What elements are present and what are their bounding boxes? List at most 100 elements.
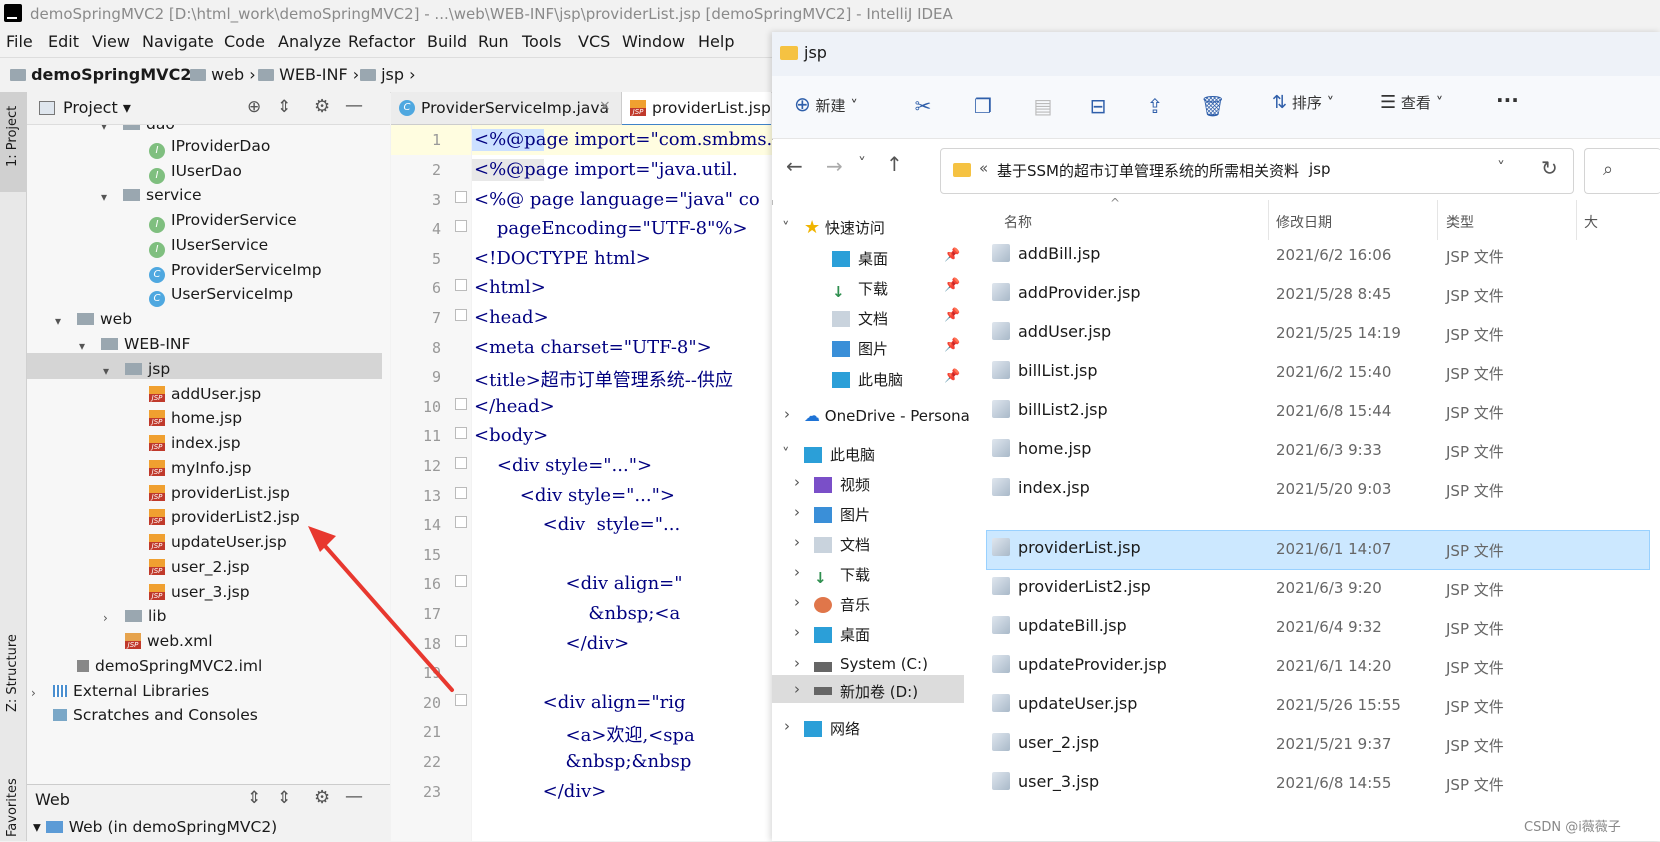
menu-tools[interactable]: Tools xyxy=(522,32,561,51)
close-tab-icon[interactable]: × xyxy=(599,98,611,114)
file-row[interactable]: billList2.jsp 2021/6/8 15:44 JSP 文件 xyxy=(980,392,1660,430)
nav-this-pc[interactable]: 此电脑 xyxy=(804,444,875,465)
menu-navigate[interactable]: Navigate xyxy=(142,32,214,51)
view-button[interactable]: ☰ 查看 ˅ xyxy=(1380,92,1443,113)
tree-item-providerserviceimp[interactable]: C ProviderServiceImp xyxy=(149,261,322,285)
column-divider[interactable] xyxy=(1576,200,1577,240)
fold-marker-icon[interactable] xyxy=(455,309,467,321)
menu-edit[interactable]: Edit xyxy=(48,32,79,51)
breadcrumb-web-inf[interactable]: WEB-INF › xyxy=(258,65,359,84)
column-header-date[interactable]: 修改日期 xyxy=(1276,212,1332,232)
fold-marker-icon[interactable] xyxy=(455,279,467,291)
tree-item-user3-jsp[interactable]: user_3.jsp xyxy=(149,583,250,607)
file-row-selected[interactable]: providerList.jsp 2021/6/1 14:07 JSP 文件 xyxy=(980,530,1660,568)
rename-icon[interactable]: ⊟ xyxy=(1087,94,1109,118)
structure-tool-tab[interactable]: Z: Structure xyxy=(5,634,20,712)
tree-item-lib[interactable]: › lib xyxy=(103,607,166,631)
tree-item-userserviceimp[interactable]: C UserServiceImp xyxy=(149,285,293,309)
gear-icon[interactable]: ⚙ xyxy=(314,787,330,808)
fold-marker-icon[interactable] xyxy=(455,457,467,469)
fold-marker-icon[interactable] xyxy=(455,191,467,203)
tree-item-service[interactable]: ▾ service xyxy=(101,186,202,210)
chevron-right-icon[interactable]: › xyxy=(794,473,800,491)
nav-desktop[interactable]: 桌面 xyxy=(832,248,888,269)
file-row[interactable]: providerList2.jsp 2021/6/3 9:20 JSP 文件 xyxy=(980,569,1660,607)
file-row[interactable]: home.jsp 2021/6/3 9:33 JSP 文件 xyxy=(980,431,1660,469)
nav-drive-d[interactable]: 新加卷 (D:) xyxy=(814,681,918,702)
menu-file[interactable]: File xyxy=(6,32,33,51)
column-header-name[interactable]: 名称 xyxy=(1004,212,1032,232)
nav-music[interactable]: 音乐 xyxy=(814,594,870,615)
pin-icon[interactable]: 📌 xyxy=(944,308,960,323)
nav-network[interactable]: 网络 xyxy=(804,718,860,739)
forward-arrow-icon[interactable]: → xyxy=(826,154,843,178)
tree-item-external-libraries[interactable]: › External Libraries xyxy=(31,682,209,706)
file-row[interactable]: index.jsp 2021/5/20 9:03 JSP 文件 xyxy=(980,470,1660,508)
file-row[interactable]: addBill.jsp 2021/6/2 16:06 JSP 文件 xyxy=(980,236,1660,274)
breadcrumb-web[interactable]: web › xyxy=(190,65,256,84)
file-row[interactable]: updateBill.jsp 2021/6/4 9:32 JSP 文件 xyxy=(980,608,1660,646)
fold-marker-icon[interactable] xyxy=(455,487,467,499)
tree-item-iuserservice[interactable]: I IUserService xyxy=(149,236,268,260)
tree-item-iuserdao[interactable]: I IUserDao xyxy=(149,162,242,186)
tree-item-index-jsp[interactable]: index.jsp xyxy=(149,434,241,458)
nav-onedrive[interactable]: ☁ OneDrive - Persona xyxy=(804,406,970,425)
file-row[interactable]: updateUser.jsp 2021/5/26 15:55 JSP 文件 xyxy=(980,686,1660,724)
nav-quick-access[interactable]: ★ 快速访问 xyxy=(804,217,885,238)
nav-pc-downloads[interactable]: ↓ 下载 xyxy=(814,564,870,587)
chevron-down-icon[interactable]: ˅ xyxy=(782,219,790,237)
fold-marker-icon[interactable] xyxy=(455,427,467,439)
menu-view[interactable]: View xyxy=(92,32,130,51)
cut-icon[interactable]: ✂ xyxy=(912,94,934,118)
menu-refactor[interactable]: Refactor xyxy=(348,32,415,51)
nav-pc-desktop[interactable]: 桌面 xyxy=(814,624,870,645)
file-row[interactable]: billList.jsp 2021/6/2 15:40 JSP 文件 xyxy=(980,353,1660,391)
back-arrow-icon[interactable]: ← xyxy=(786,154,803,178)
nav-documents[interactable]: 文档 xyxy=(832,308,888,329)
nav-pc-documents[interactable]: 文档 xyxy=(814,534,870,555)
chevron-right-icon[interactable]: › xyxy=(794,593,800,611)
pin-icon[interactable]: 📌 xyxy=(944,338,960,353)
column-divider[interactable] xyxy=(1437,200,1438,240)
tree-item-web-xml[interactable]: web.xml xyxy=(125,632,213,656)
menu-vcs[interactable]: VCS xyxy=(578,32,610,51)
nav-pictures[interactable]: 图片 xyxy=(832,338,888,359)
menu-build[interactable]: Build xyxy=(427,32,467,51)
nav-pc-pictures[interactable]: 图片 xyxy=(814,504,870,525)
menu-run[interactable]: Run xyxy=(478,32,509,51)
chevron-right-icon[interactable]: › xyxy=(784,405,790,423)
fold-marker-icon[interactable] xyxy=(455,220,467,232)
project-tool-tab[interactable]: 1: Project xyxy=(0,92,26,192)
tree-item-adduser-jsp[interactable]: addUser.jsp xyxy=(149,385,261,409)
tab-providerlist-jsp[interactable]: providerList.jsp xyxy=(622,92,771,127)
copy-icon[interactable]: ❐ xyxy=(972,94,994,118)
column-header-type[interactable]: 类型 xyxy=(1446,212,1474,232)
paste-icon[interactable]: ▤ xyxy=(1032,94,1054,118)
new-button[interactable]: ⊕ 新建 ˅ xyxy=(794,92,858,116)
collapse-all-icon[interactable]: ⇕ xyxy=(277,97,291,117)
tree-item-providerlist-jsp[interactable]: providerList.jsp xyxy=(149,484,290,508)
code-editor[interactable]: <%@page import="com.smbms. <%@page impor… xyxy=(472,125,772,841)
nav-this-pc-quick[interactable]: 此电脑 xyxy=(832,369,903,390)
column-divider[interactable] xyxy=(1268,200,1269,240)
nav-downloads[interactable]: ↓ 下载 xyxy=(832,278,888,301)
tab-providerserviceimp[interactable]: C ProviderServiceImp.java × xyxy=(391,92,622,124)
tree-item-updateuser-jsp[interactable]: updateUser.jsp xyxy=(149,533,287,557)
file-row[interactable]: addProvider.jsp 2021/5/28 8:45 JSP 文件 xyxy=(980,275,1660,313)
project-panel-title[interactable]: Project ▾ xyxy=(63,98,131,117)
chevron-right-icon[interactable]: › xyxy=(794,654,800,672)
sort-button[interactable]: ⇅ 排序 ˅ xyxy=(1272,92,1334,113)
file-row[interactable]: addUser.jsp 2021/5/25 14:19 JSP 文件 xyxy=(980,314,1660,352)
breadcrumb-jsp[interactable]: jsp › xyxy=(360,65,416,84)
tree-item-iproviderdao[interactable]: I IProviderDao xyxy=(149,137,270,161)
locate-icon[interactable]: ⊕ xyxy=(247,97,261,117)
chevron-right-icon[interactable]: › xyxy=(794,563,800,581)
menu-analyze[interactable]: Analyze xyxy=(278,32,341,51)
file-row[interactable]: updateProvider.jsp 2021/6/1 14:20 JSP 文件 xyxy=(980,647,1660,685)
menu-window[interactable]: Window xyxy=(622,32,685,51)
recent-locations-icon[interactable]: ˅ xyxy=(858,154,866,173)
pin-icon[interactable]: 📌 xyxy=(944,248,960,263)
web-facet-item[interactable]: ▾ Web (in demoSpringMVC2) xyxy=(33,818,277,836)
expand-all-icon[interactable]: ⇕ xyxy=(247,788,261,808)
minimize-icon[interactable]: — xyxy=(345,786,363,807)
